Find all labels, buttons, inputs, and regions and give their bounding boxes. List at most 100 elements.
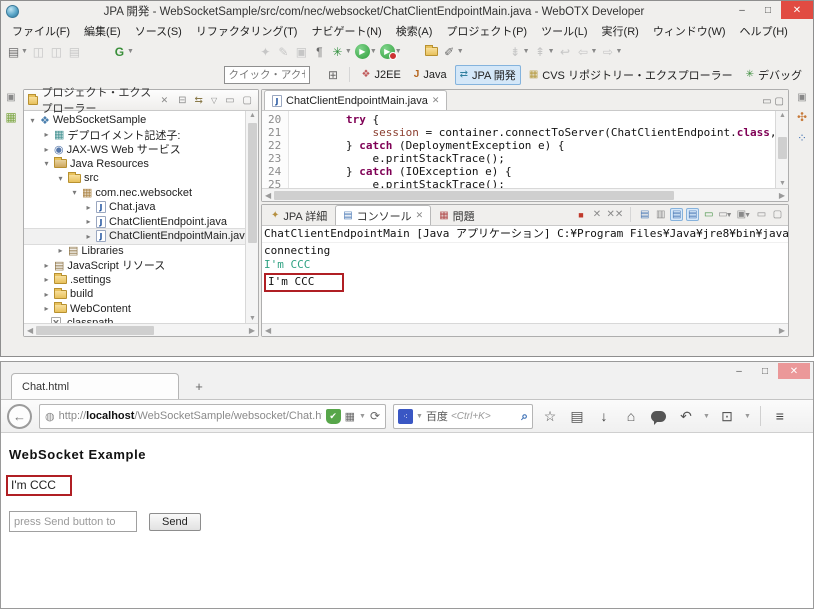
clear-console-icon[interactable]: ▤ <box>638 209 651 220</box>
close-tab-icon[interactable]: ✕ <box>416 210 424 221</box>
scroll-up-icon[interactable]: ▲ <box>246 112 259 119</box>
maximize-button[interactable]: □ <box>755 1 781 19</box>
run-external-icon[interactable]: ▶ <box>379 43 396 61</box>
menu-refactor[interactable]: リファクタリング(T) <box>189 21 305 41</box>
expand-arrow-icon[interactable]: ▸ <box>84 203 93 212</box>
quick-access-input[interactable] <box>224 66 310 84</box>
back-icon[interactable]: ⇦ <box>575 43 592 61</box>
url-bar[interactable]: ◍ http://localhost/WebSocketSample/webso… <box>39 404 386 429</box>
open-resource-icon[interactable] <box>423 43 440 61</box>
url-dropdown-icon[interactable]: ▼ <box>359 413 366 420</box>
sync-dropdown-icon[interactable]: ▼ <box>703 413 710 420</box>
new-tab-button[interactable]: + <box>187 376 211 396</box>
tree-item-jaxws[interactable]: ▸◉JAX-WS Web サービス <box>24 142 245 157</box>
collapse-all-icon[interactable]: ⊟ <box>176 95 188 106</box>
minimize-view-icon[interactable]: ▭ <box>223 95 236 106</box>
tab-console[interactable]: ▤コンソール✕ <box>335 205 431 225</box>
scroll-lock-icon[interactable]: ▥ <box>654 209 667 220</box>
tree-item-settings[interactable]: ▸.settings <box>24 273 245 288</box>
tree-item-js-resources[interactable]: ▸▤JavaScript リソース <box>24 258 245 273</box>
scroll-right-icon[interactable]: ▶ <box>776 191 788 200</box>
scroll-left-icon[interactable]: ◀ <box>262 326 274 335</box>
tree-item-descriptor[interactable]: ▸▦デプロイメント記述子: <box>24 128 245 143</box>
message-input[interactable] <box>9 511 137 532</box>
forward-dropdown-icon[interactable]: ▼ <box>615 48 622 55</box>
mark-occurrences-icon[interactable]: ✎ <box>275 43 292 61</box>
restore-view-icon[interactable]: ▣ <box>6 92 15 103</box>
qr-extension-icon[interactable]: ▦ <box>345 410 355 423</box>
minimize-button[interactable]: – <box>729 1 755 19</box>
next-annotation-icon[interactable]: ⇟ <box>507 43 524 61</box>
sync-undo-icon[interactable]: ↶ <box>676 408 696 425</box>
outline-mini-icon[interactable]: ⁘ <box>797 131 807 145</box>
expand-arrow-icon[interactable]: ▸ <box>56 246 65 255</box>
show-editor-icon[interactable]: ▣ <box>293 43 310 61</box>
perspective-debug[interactable]: ✳デバッグ <box>741 65 807 85</box>
scrollbar-thumb[interactable] <box>778 137 787 159</box>
debug-icon[interactable]: ✳ <box>329 43 346 61</box>
annotate-icon[interactable]: ✐ <box>441 43 458 61</box>
jpa-structure-mini-icon[interactable]: ✣ <box>797 110 807 124</box>
scrollbar-thumb[interactable] <box>248 123 257 243</box>
show-whitespace-icon[interactable]: ¶ <box>311 43 328 61</box>
scroll-left-icon[interactable]: ◀ <box>262 191 274 200</box>
minimize-view-icon[interactable]: ▭ <box>755 209 768 220</box>
expand-arrow-icon[interactable]: ▸ <box>42 145 51 154</box>
maximize-view-icon[interactable]: ▢ <box>771 209 784 220</box>
expand-arrow-icon[interactable]: ▾ <box>56 174 65 183</box>
tree-item-project[interactable]: ▾❖WebSocketSample <box>24 113 245 128</box>
menu-search[interactable]: 検索(A) <box>389 21 440 41</box>
tree-item-classpath[interactable]: X.classpath <box>24 316 245 323</box>
restore-view-icon[interactable]: ▣ <box>797 92 806 103</box>
expand-arrow-icon[interactable]: ▾ <box>70 188 79 197</box>
close-button[interactable]: ✕ <box>778 363 810 379</box>
tree-item-build[interactable]: ▸build <box>24 287 245 302</box>
scrollbar-thumb[interactable] <box>36 326 154 335</box>
open-perspective-icon[interactable]: ⊞ <box>325 66 342 84</box>
expand-arrow-icon[interactable]: ▸ <box>84 217 93 226</box>
view-menu-icon[interactable]: ▽ <box>209 96 219 105</box>
menu-project[interactable]: プロジェクト(P) <box>439 21 534 41</box>
perspective-cvs[interactable]: ▦CVS リポジトリー・エクスプローラー <box>524 65 738 85</box>
display-console-icon[interactable]: ▭▼ <box>718 209 733 220</box>
code-area[interactable]: try { session = container.connectToServe… <box>289 111 775 188</box>
browser-tab[interactable]: Chat.html <box>11 373 179 399</box>
menu-help[interactable]: ヘルプ(H) <box>733 21 795 41</box>
previous-annotation-dropdown-icon[interactable]: ▼ <box>548 48 555 55</box>
tab-problems[interactable]: ▦問題 <box>432 206 481 225</box>
menu-edit[interactable]: 編集(E) <box>77 21 128 41</box>
run-icon[interactable]: ▶ <box>354 43 371 61</box>
expand-arrow-icon[interactable]: ▸ <box>42 130 51 139</box>
scroll-up-icon[interactable]: ▲ <box>776 112 789 119</box>
tab-jpa-details[interactable]: ✦JPA 詳細 <box>264 206 334 225</box>
tree-item-src[interactable]: ▾src <box>24 171 245 186</box>
console-output[interactable]: ChatClientEndpointMain [Java アプリケーション] C… <box>262 226 788 323</box>
new-wizard-icon[interactable]: ▤ <box>5 43 22 61</box>
maximize-button[interactable]: □ <box>752 363 778 379</box>
new-javaee-icon[interactable]: G <box>111 43 128 61</box>
terminate-icon[interactable]: ■ <box>574 210 587 220</box>
tree-item-webcontent[interactable]: ▸WebContent <box>24 302 245 317</box>
tree-item-libraries[interactable]: ▸▤Libraries <box>24 244 245 259</box>
shield-icon[interactable]: ✔ <box>326 409 341 424</box>
back-button[interactable]: ← <box>7 404 32 429</box>
remove-launch-icon[interactable]: ✕ <box>590 209 603 220</box>
back-dropdown-icon[interactable]: ▼ <box>591 48 598 55</box>
scroll-down-icon[interactable]: ▼ <box>246 315 259 322</box>
perspective-java[interactable]: JJava <box>409 67 452 83</box>
expand-arrow-icon[interactable]: ▾ <box>28 116 37 125</box>
link-editor-icon[interactable]: ⇆ <box>193 95 205 106</box>
editor-horizontal-scrollbar[interactable]: ◀ ▶ <box>262 188 788 201</box>
open-console-icon[interactable]: ▣▼ <box>737 209 752 220</box>
baidu-search-engine-icon[interactable]: ⁖ <box>398 409 413 424</box>
close-tab-icon[interactable]: ✕ <box>432 95 440 106</box>
menu-source[interactable]: ソース(S) <box>128 21 189 41</box>
downloads-icon[interactable]: ↓ <box>594 408 614 424</box>
close-view-icon[interactable]: ✕ <box>161 95 169 106</box>
previous-annotation-icon[interactable]: ⇞ <box>532 43 549 61</box>
tree-item-chatclientendpoint-java[interactable]: ▸JChatClientEndpoint.java <box>24 215 245 230</box>
perspective-j2ee[interactable]: ❖J2EE <box>357 67 406 83</box>
expand-arrow-icon[interactable]: ▾ <box>42 159 51 168</box>
menu-navigate[interactable]: ナビゲート(N) <box>304 21 388 41</box>
last-edit-location-icon[interactable]: ↩ <box>557 43 574 61</box>
